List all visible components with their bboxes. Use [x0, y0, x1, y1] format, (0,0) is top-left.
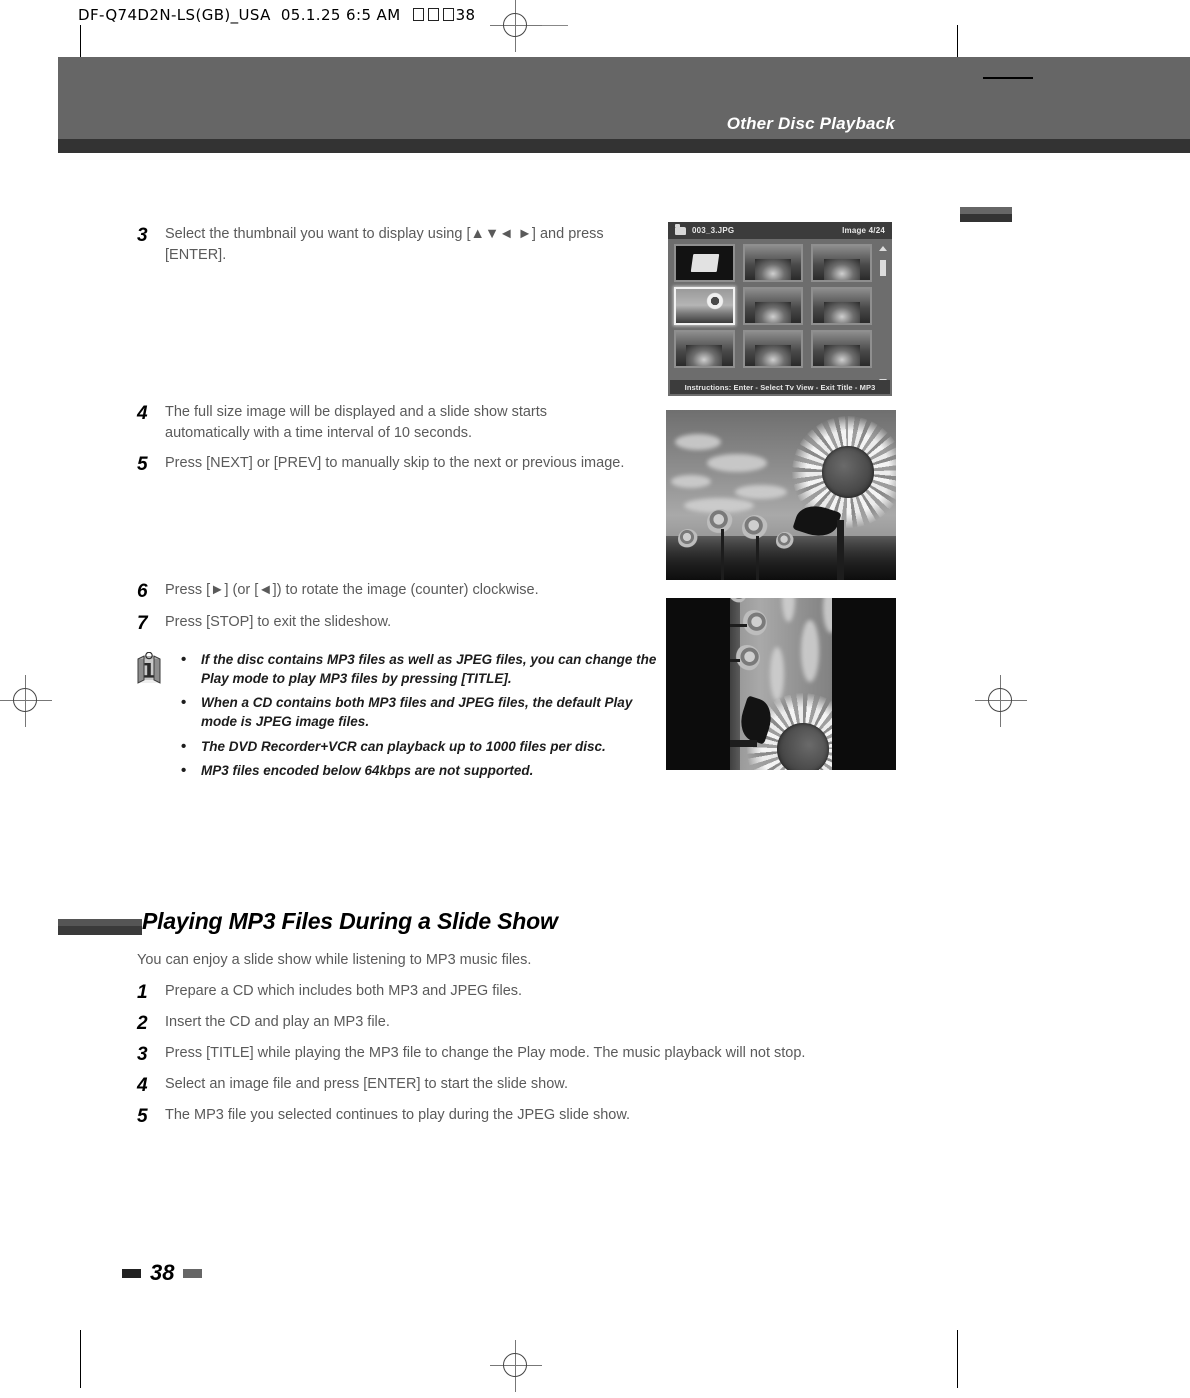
osd-scrollbar[interactable] — [879, 246, 887, 384]
step-6-text: Press [►] (or [◄]) to rotate the image (… — [165, 582, 539, 598]
note-bullet: The DVD Recorder+VCR can playback up to … — [175, 736, 663, 757]
crop-mark-bottom-right — [957, 1330, 958, 1388]
section-step-4-number: 4 — [137, 1075, 148, 1096]
section-step-2: 2 Insert the CD and play an MP3 file. — [137, 1012, 1037, 1036]
section-title: Playing MP3 Files During a Slide Show — [142, 908, 558, 934]
step-3-text: Select the thumbnail you want to display… — [165, 226, 604, 264]
slug-time: 6:5 AM — [346, 6, 401, 24]
section-step-2-number: 2 — [137, 1013, 148, 1034]
scroll-up-arrow-icon[interactable] — [879, 246, 887, 251]
thumbnail-item[interactable] — [811, 244, 872, 282]
osd-thumbnail-browser: 003_3.JPG Image 4/24 Instructions: Enter… — [668, 222, 892, 396]
thumbnail-item[interactable] — [742, 287, 804, 325]
osd-image-counter: Image 4/24 — [842, 226, 885, 235]
margin-marker — [960, 207, 1012, 222]
note-bullet-list: If the disc contains MP3 files as well a… — [175, 649, 663, 785]
thumbnail-folder[interactable] — [674, 244, 735, 282]
folder-icon — [675, 223, 686, 235]
step-4: 4 The full size image will be displayed … — [137, 402, 597, 444]
scan-slug: DF-Q74D2N-LS(GB)_USA 05.1.25 6:5 AM 38 — [78, 6, 475, 24]
osd-instruction-bar: Instructions: Enter - Select Tv View - E… — [670, 380, 890, 394]
info-icon — [133, 650, 175, 785]
section-step-3-number: 3 — [137, 1044, 148, 1065]
step-5-number: 5 — [137, 454, 148, 475]
step-6: 6 Press [►] (or [◄]) to rotate the image… — [137, 580, 657, 604]
header-rule — [983, 77, 1033, 79]
page-header-underbar — [58, 139, 1190, 153]
folio-dash-gray — [183, 1268, 203, 1278]
slug-date: 05.1.25 — [280, 6, 341, 24]
page-title: Other Disc Playback — [726, 114, 895, 133]
note-bullet: When a CD contains both MP3 files and JP… — [175, 692, 663, 731]
thumbnail-item[interactable] — [742, 330, 804, 368]
pillarbox-left — [666, 598, 731, 770]
registration-target-bottom — [490, 1340, 542, 1392]
slug-page-marker: 38 — [455, 6, 476, 24]
section-step-5: 5 The MP3 file you selected continues to… — [137, 1105, 1037, 1129]
step-4-text: The full size image will be displayed an… — [165, 404, 548, 442]
registration-target-right — [975, 675, 1027, 727]
note-box: If the disc contains MP3 files as well a… — [133, 649, 663, 785]
step-7-text: Press [STOP] to exit the slideshow. — [165, 614, 392, 630]
folio-dash-dark — [122, 1268, 141, 1278]
registration-target-top — [490, 0, 542, 52]
note-bullet: If the disc contains MP3 files as well a… — [175, 649, 663, 688]
step-5: 5 Press [NEXT] or [PREV] to manually ski… — [137, 453, 657, 477]
section-step-1-text: Prepare a CD which includes both MP3 and… — [165, 983, 523, 999]
thumbnail-item[interactable] — [811, 330, 872, 368]
thumbnail-item-selected[interactable] — [674, 287, 735, 325]
step-5-text: Press [NEXT] or [PREV] to manually skip … — [165, 455, 625, 471]
note-bullet: MP3 files encoded below 64kbps are not s… — [175, 760, 663, 781]
registration-target-left — [0, 675, 52, 727]
page-number: 38 — [150, 1260, 175, 1285]
section-step-3-text: Press [TITLE] while playing the MP3 file… — [165, 1045, 806, 1061]
step-4-number: 4 — [137, 403, 148, 424]
section-intro: You can enjoy a slide show while listeni… — [137, 952, 532, 968]
section-step-4-text: Select an image file and press [ENTER] t… — [165, 1076, 568, 1092]
section-step-3: 3 Press [TITLE] while playing the MP3 fi… — [137, 1043, 1067, 1067]
section-step-4: 4 Select an image file and press [ENTER]… — [137, 1074, 1037, 1098]
slug-filename: DF-Q74D2N-LS(GB)_USA — [78, 6, 271, 24]
section-step-1: 1 Prepare a CD which includes both MP3 a… — [137, 981, 1037, 1005]
osd-title-bar: 003_3.JPG Image 4/24 — [668, 222, 892, 239]
full-size-image-photo — [666, 410, 896, 580]
osd-thumbnail-grid — [674, 244, 872, 368]
section-step-5-text: The MP3 file you selected continues to p… — [165, 1107, 631, 1123]
osd-instructions-text: Instructions: Enter - Select Tv View - E… — [684, 382, 876, 392]
thumbnail-item[interactable] — [811, 287, 872, 325]
osd-filename: 003_3.JPG — [692, 226, 735, 235]
step-3-number: 3 — [137, 225, 148, 246]
page-header-band — [58, 57, 1190, 139]
step-7-number: 7 — [137, 613, 148, 634]
pillarbox-right — [831, 598, 896, 770]
step-6-number: 6 — [137, 581, 148, 602]
section-heading-bar — [58, 919, 142, 935]
step-3: 3 Select the thumbnail you want to displ… — [137, 224, 637, 266]
section-step-2-text: Insert the CD and play an MP3 file. — [165, 1014, 390, 1030]
page-folio: 38 — [122, 1260, 203, 1285]
scrollbar-thumb[interactable] — [880, 260, 886, 276]
crop-mark-bottom-left — [80, 1330, 81, 1388]
thumbnail-item[interactable] — [674, 330, 735, 368]
section-step-1-number: 1 — [137, 982, 148, 1003]
thumbnail-item[interactable] — [742, 244, 804, 282]
step-7: 7 Press [STOP] to exit the slideshow. — [137, 612, 657, 636]
rotated-image-photo — [666, 598, 896, 770]
section-step-5-number: 5 — [137, 1106, 148, 1127]
